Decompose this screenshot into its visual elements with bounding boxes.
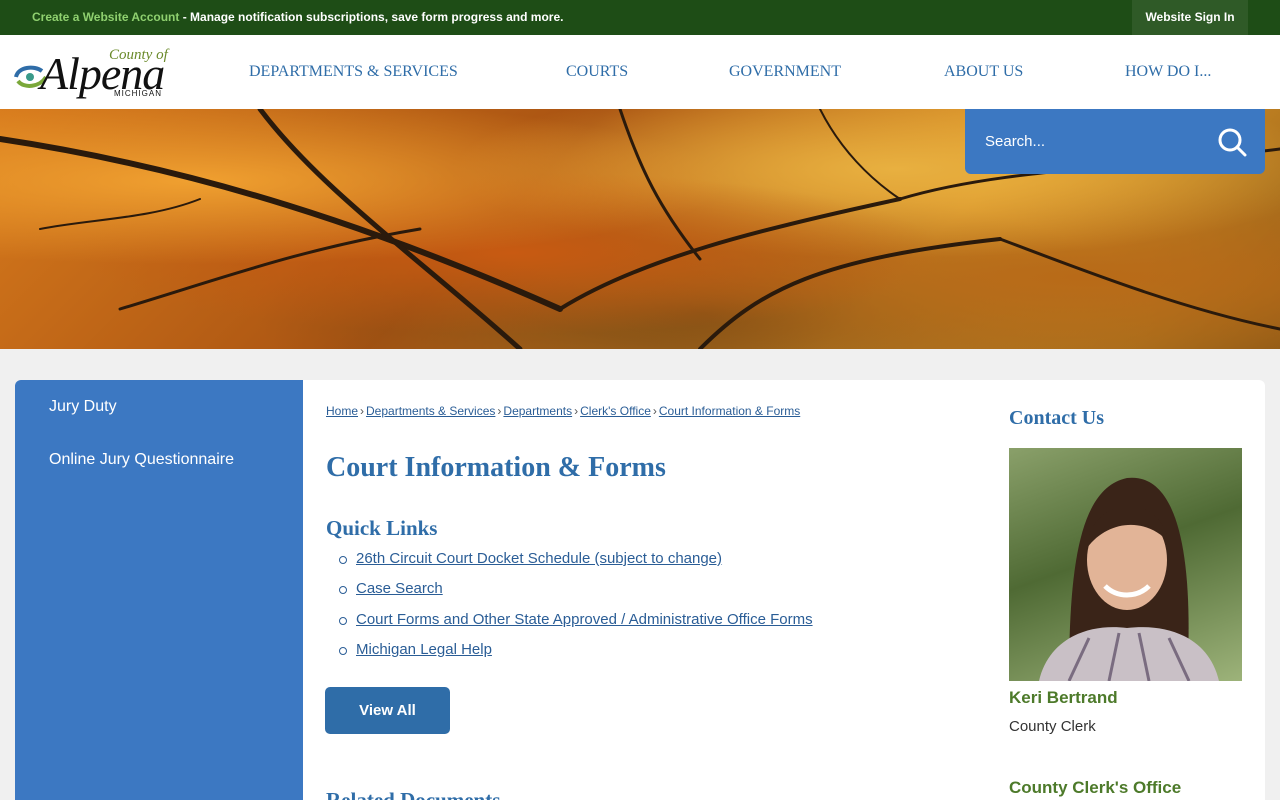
- contact-us-heading: Contact Us: [1009, 407, 1104, 429]
- page-title: Court Information & Forms: [326, 452, 666, 483]
- sidebar-item-jury-duty[interactable]: Jury Duty: [49, 398, 117, 416]
- breadcrumb-clerks-office[interactable]: Clerk's Office: [580, 404, 651, 418]
- quick-link-court-forms[interactable]: Court Forms and Other State Approved / A…: [356, 611, 813, 628]
- breadcrumb-separator: ›: [574, 404, 579, 418]
- nav-about-us[interactable]: ABOUT US: [944, 63, 1023, 81]
- create-account-link[interactable]: Create a Website Account: [32, 10, 179, 24]
- view-all-button[interactable]: View All: [325, 687, 450, 734]
- website-sign-in-button[interactable]: Website Sign In: [1132, 0, 1248, 35]
- breadcrumb: Home › Departments & Services › Departments ›…: [326, 404, 800, 418]
- account-bar: Create a Website Account - Manage notifi…: [0, 0, 1280, 35]
- quick-links-heading: Quick Links: [326, 516, 438, 540]
- contact-name: Keri Bertrand: [1009, 688, 1118, 707]
- search-icon[interactable]: [1217, 127, 1247, 157]
- list-item: Court Forms and Other State Approved / A…: [339, 611, 813, 641]
- logo-state: MICHIGAN: [114, 89, 162, 98]
- quick-links-list: 26th Circuit Court Docket Schedule (subj…: [339, 550, 813, 671]
- contact-title: County Clerk: [1009, 718, 1096, 735]
- breadcrumb-separator: ›: [360, 404, 365, 418]
- contact-office[interactable]: County Clerk's Office: [1009, 778, 1181, 798]
- main-content: Home › Departments & Services › Departments ›…: [303, 380, 1265, 800]
- quick-link-docket-schedule[interactable]: 26th Circuit Court Docket Schedule (subj…: [356, 550, 722, 567]
- breadcrumb-separator: ›: [652, 404, 657, 418]
- breadcrumb-separator: ›: [497, 404, 502, 418]
- nav-government[interactable]: GOVERNMENT: [729, 63, 841, 81]
- list-item: Michigan Legal Help: [339, 641, 813, 671]
- search-input[interactable]: Search...: [985, 133, 1045, 150]
- nav-courts[interactable]: COURTS: [566, 63, 628, 81]
- sidebar-item-online-jury-questionnaire[interactable]: Online Jury Questionnaire: [49, 451, 234, 469]
- nav-departments-services[interactable]: DEPARTMENTS & SERVICES: [249, 63, 458, 81]
- breadcrumb-departments[interactable]: Departments: [503, 404, 572, 418]
- portrait-image: [1039, 477, 1219, 681]
- nav-how-do-i[interactable]: HOW DO I...: [1125, 63, 1211, 81]
- list-item: 26th Circuit Court Docket Schedule (subj…: [339, 550, 813, 580]
- related-documents-heading: Related Documents: [326, 788, 501, 800]
- quick-link-michigan-legal-help[interactable]: Michigan Legal Help: [356, 641, 492, 658]
- site-header: County of Alpena MICHIGAN DEPARTMENTS & …: [0, 35, 1280, 109]
- breadcrumb-home[interactable]: Home: [326, 404, 358, 418]
- account-message-text: - Manage notification subscriptions, sav…: [179, 10, 564, 24]
- search-box[interactable]: Search...: [965, 109, 1265, 174]
- county-logo[interactable]: County of Alpena MICHIGAN: [12, 41, 182, 105]
- breadcrumb-current[interactable]: Court Information & Forms: [659, 404, 800, 418]
- list-item: Case Search: [339, 580, 813, 610]
- breadcrumb-departments-services[interactable]: Departments & Services: [366, 404, 495, 418]
- contact-photo: [1009, 448, 1242, 681]
- account-message: Create a Website Account - Manage notifi…: [32, 10, 563, 24]
- sidebar: Jury Duty Online Jury Questionnaire: [15, 380, 303, 800]
- quick-link-case-search[interactable]: Case Search: [356, 580, 443, 597]
